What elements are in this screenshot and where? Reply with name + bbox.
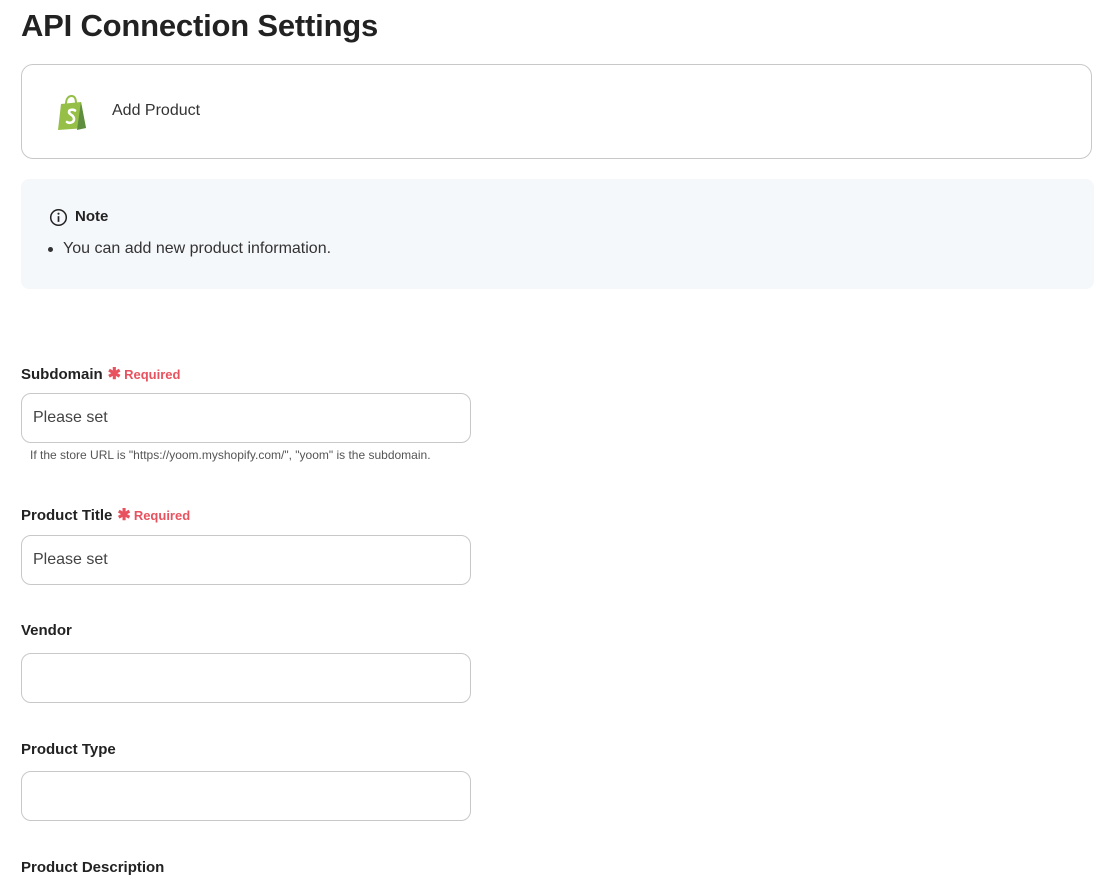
product-description-label: Product Description [21, 859, 164, 876]
subdomain-input[interactable] [21, 393, 471, 443]
required-asterisk-icon: ✱ [117, 507, 131, 524]
subdomain-label-text: Subdomain [21, 365, 103, 383]
note-title: Note [75, 208, 109, 225]
api-connection-settings-page: API Connection Settings Add Product Note… [0, 0, 1117, 887]
page-title: API Connection Settings [21, 8, 379, 43]
info-circle-icon [49, 208, 68, 227]
required-asterisk-icon: ✱ [107, 366, 122, 383]
vendor-label: Vendor [21, 622, 72, 639]
note-item-text: You can add new product information. [63, 240, 332, 257]
required-badge: Required [133, 507, 191, 523]
vendor-label-text: Vendor [21, 622, 72, 639]
subdomain-label: Subdomain ✱ Required [21, 364, 180, 384]
product-title-label: Product Title ✱ Required [21, 505, 190, 525]
product-type-label: Product Type [21, 741, 116, 758]
vendor-input[interactable] [21, 653, 471, 703]
product-type-label-text: Product Type [21, 741, 116, 758]
product-description-label-text: Product Description [21, 859, 165, 876]
subdomain-help-text: If the store URL is "https://yoom.myshop… [30, 448, 431, 462]
note-item: You can add new product information. [48, 240, 331, 258]
bullet-icon [48, 246, 53, 252]
product-title-label-text: Product Title [21, 506, 113, 524]
action-card: Add Product [21, 64, 1092, 159]
product-type-input[interactable] [21, 771, 471, 821]
note-box: Note You can add new product information… [21, 179, 1094, 289]
action-label: Add Product [112, 102, 201, 119]
required-badge: Required [124, 366, 181, 382]
product-title-input[interactable] [21, 535, 471, 585]
shopify-logo-icon [58, 95, 86, 130]
